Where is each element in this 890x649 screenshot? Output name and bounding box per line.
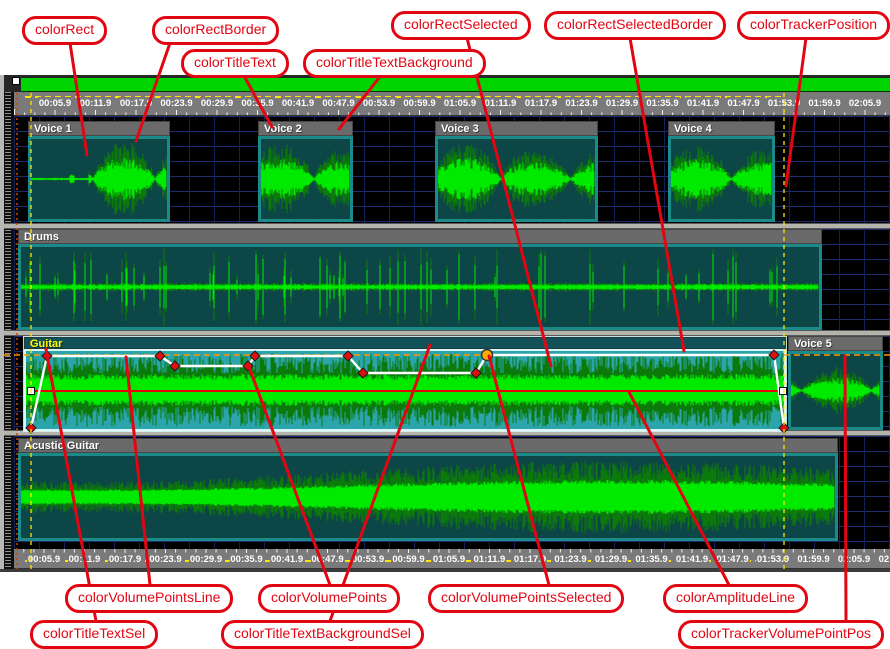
ruler-label: 02:05.9 (837, 553, 871, 566)
ruler-label: 00:23.9 (148, 553, 182, 566)
callout-colorTitleTextBackgroundSel: colorTitleTextBackgroundSel (221, 620, 424, 649)
callout-colorRectBorder: colorRectBorder (152, 16, 279, 45)
ruler-label: 00:05.9 (38, 97, 72, 110)
clip-body-drums[interactable] (18, 244, 822, 330)
ruler-label: 01:05.9 (432, 553, 466, 566)
clip-voice-4[interactable]: Voice 4 (668, 121, 775, 222)
callout-colorTitleTextSel: colorTitleTextSel (30, 620, 158, 649)
clip-body-guitar[interactable] (24, 349, 786, 431)
ruler-label: 00:53.9 (362, 97, 396, 110)
callout-colorTrackerPosition: colorTrackerPosition (737, 11, 890, 40)
callout-colorRect: colorRect (22, 16, 107, 45)
clip-title-voice-3[interactable]: Voice 3 (435, 121, 598, 136)
ruler-label: 01:47.9 (715, 553, 749, 566)
clip-title-voice-1[interactable]: Voice 1 (28, 121, 170, 136)
ruler-label: 00:05.9 (27, 553, 61, 566)
ruler-label: 01:05.9 (443, 97, 477, 110)
ruler-label: 01:17.9 (513, 553, 547, 566)
ruler-label: 00:17.9 (119, 97, 153, 110)
ruler-label: 00:29.9 (200, 97, 234, 110)
clip-body-voice-4[interactable] (668, 136, 775, 222)
callout-colorRectSelectedBorder: colorRectSelectedBorder (544, 11, 726, 40)
ruler-label: 01:29.9 (594, 553, 628, 566)
ruler-label: 01:59.9 (796, 553, 830, 566)
timeline-ruler-bottom[interactable]: 00:05.9 00:11.9 00:17.9 00:23.9 00:29.9 00:35… (14, 549, 890, 569)
clip-voice-5[interactable]: Voice 5 (788, 336, 883, 430)
ruler-label: 01:41.9 (686, 97, 720, 110)
clip-title-guitar[interactable]: Guitar (24, 337, 786, 349)
ruler-label: 02:11.9 (878, 553, 890, 566)
ruler-label: 00:41.9 (281, 97, 315, 110)
clip-guitar[interactable]: Guitar (24, 337, 786, 431)
ruler-label: 00:29.9 (189, 553, 223, 566)
waveform-drums (21, 247, 819, 327)
ruler-label: 01:53.9 (756, 553, 790, 566)
ruler-label: 01:23.9 (564, 97, 598, 110)
clip-body-acustic-guitar[interactable] (18, 453, 838, 541)
ruler-label: 01:41.9 (675, 553, 709, 566)
ruler-label: 01:53.9 (767, 97, 801, 110)
callout-colorAmplitudeLine: colorAmplitudeLine (663, 584, 808, 613)
clip-body-voice-1[interactable] (28, 136, 170, 222)
ruler-label: 01:11.9 (484, 97, 518, 110)
callout-colorVolumePointsSelected: colorVolumePointsSelected (428, 584, 624, 613)
waveform-voice-3 (438, 139, 595, 219)
ruler-label: 02:05.9 (848, 97, 882, 110)
track-divider-1[interactable] (4, 330, 890, 336)
clip-acustic-guitar[interactable]: Acustic Guitar (18, 438, 838, 541)
ruler-label: 00:23.9 (159, 97, 193, 110)
overview-loaded-bar[interactable] (21, 78, 890, 92)
ruler-label: 01:23.9 (553, 553, 587, 566)
ruler-label: 00:17.9 (108, 553, 142, 566)
clip-voice-1[interactable]: Voice 1 (28, 121, 170, 222)
waveform-voice-2 (261, 139, 350, 219)
clip-voice-3[interactable]: Voice 3 (435, 121, 598, 222)
clip-title-acustic-guitar[interactable]: Acustic Guitar (18, 438, 838, 453)
ruler-label: 01:35.9 (634, 553, 668, 566)
callout-colorVolumePointsLine: colorVolumePointsLine (65, 584, 233, 613)
waveform-voice-4 (671, 139, 772, 219)
clip-body-voice-5[interactable] (788, 351, 883, 430)
ruler-label: 00:47.9 (310, 553, 344, 566)
figure-canvas: 00:05.9 00:11.9 00:17.9 00:23.9 00:29.9 00:35… (0, 0, 890, 649)
clip-title-drums[interactable]: Drums (18, 229, 822, 244)
callout-colorTitleTextBackground: colorTitleTextBackground (303, 49, 486, 78)
clip-body-voice-2[interactable] (258, 136, 353, 222)
ruler-label: 01:11.9 (473, 553, 507, 566)
ruler-label: 00:35.9 (229, 553, 263, 566)
ruler-label: 01:17.9 (524, 97, 558, 110)
ruler-label: 01:35.9 (645, 97, 679, 110)
overview-handle[interactable] (12, 77, 20, 85)
window-bottom-border (0, 569, 890, 572)
waveform-acustic-guitar (21, 456, 835, 538)
timeline-ruler-top[interactable]: 00:05.9 00:11.9 00:17.9 00:23.9 00:29.9 00:35… (14, 92, 890, 116)
ruler-label: 00:59.9 (402, 97, 436, 110)
clip-voice-2[interactable]: Voice 2 (258, 121, 353, 222)
ruler-label: 00:59.9 (391, 553, 425, 566)
callout-colorVolumePoints: colorVolumePoints (258, 584, 400, 613)
ruler-label: 00:11.9 (68, 553, 102, 566)
callout-colorRectSelected: colorRectSelected (391, 11, 531, 40)
ruler-label: 01:29.9 (605, 97, 639, 110)
clip-title-voice-4[interactable]: Voice 4 (668, 121, 775, 136)
callout-colorTitleText: colorTitleText (181, 49, 289, 78)
callout-colorTrackerVolumePointPos: colorTrackerVolumePointPos (678, 620, 884, 649)
ruler-label: 00:35.9 (240, 97, 274, 110)
ruler-label: 00:11.9 (79, 97, 113, 110)
clip-title-voice-5[interactable]: Voice 5 (788, 336, 883, 351)
clip-body-voice-3[interactable] (435, 136, 598, 222)
clip-title-voice-2[interactable]: Voice 2 (258, 121, 353, 136)
clip-drums[interactable]: Drums (18, 229, 822, 330)
ruler-label: 00:53.9 (351, 553, 385, 566)
waveform-voice-5 (791, 354, 880, 427)
ruler-label: 00:41.9 (270, 553, 304, 566)
ruler-label: 01:47.9 (726, 97, 760, 110)
ruler-label: 00:47.9 (321, 97, 355, 110)
ruler-label: 01:59.9 (807, 97, 841, 110)
waveform-guitar (26, 351, 784, 429)
waveform-voice-1 (31, 139, 167, 219)
